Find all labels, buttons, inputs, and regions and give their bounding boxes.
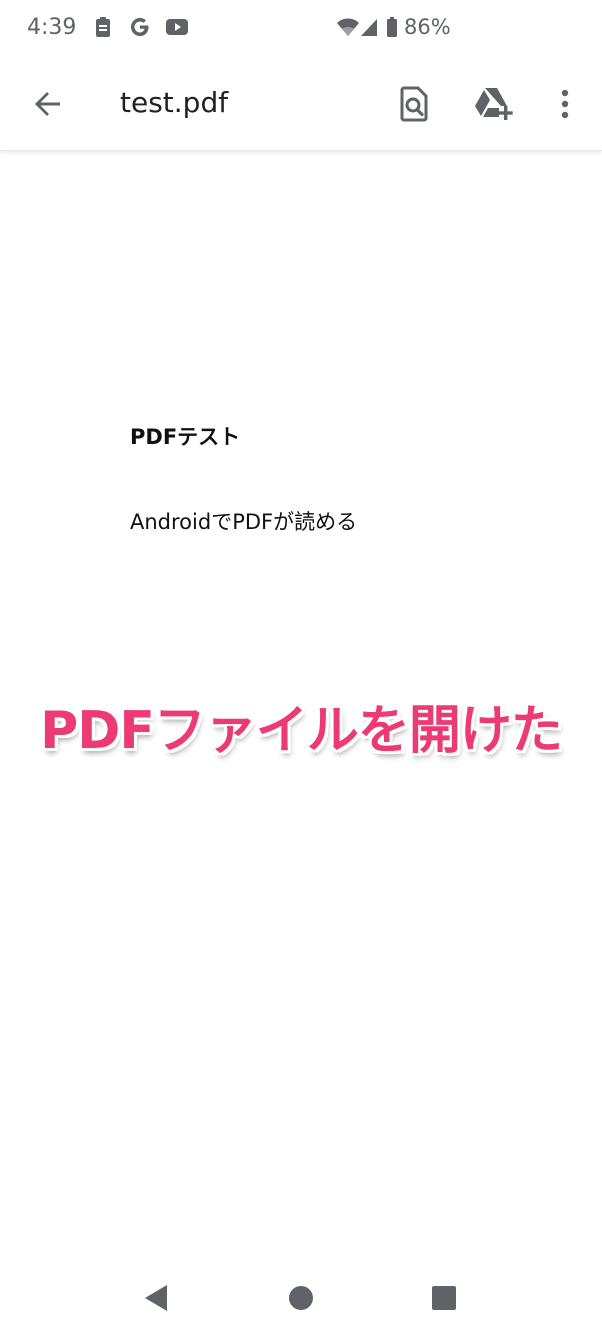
clipboard-icon xyxy=(96,17,110,37)
home-circle-icon xyxy=(289,1286,313,1310)
more-options-button[interactable] xyxy=(541,80,589,128)
pdf-heading: PDFテスト xyxy=(130,425,241,449)
navigation-bar xyxy=(0,1258,602,1338)
nav-recents-button[interactable] xyxy=(424,1278,464,1318)
nav-back-button[interactable] xyxy=(136,1278,176,1318)
add-to-drive-icon xyxy=(475,88,513,120)
signal-icon xyxy=(361,19,377,36)
find-in-page-icon xyxy=(400,86,428,122)
app-bar: test.pdf xyxy=(0,58,602,151)
document-title: test.pdf xyxy=(120,86,229,119)
back-triangle-icon xyxy=(145,1285,167,1311)
status-bar: 4:39 86% xyxy=(0,0,602,58)
wifi-icon xyxy=(337,18,359,36)
youtube-icon xyxy=(166,19,188,35)
more-vert-icon xyxy=(561,89,569,119)
recents-square-icon xyxy=(432,1286,456,1310)
battery-icon xyxy=(387,17,397,37)
pdf-body-text: AndroidでPDFが読める xyxy=(130,510,358,534)
nav-home-button[interactable] xyxy=(281,1278,321,1318)
find-in-page-button[interactable] xyxy=(390,80,438,128)
add-to-drive-button[interactable] xyxy=(470,80,518,128)
status-time: 4:39 xyxy=(27,15,77,40)
arrow-back-icon xyxy=(35,92,60,116)
overlay-caption: PDFファイルを開けた xyxy=(40,701,563,761)
back-button[interactable] xyxy=(24,80,72,128)
battery-percent: 86% xyxy=(404,15,451,39)
google-g-icon xyxy=(131,18,149,36)
